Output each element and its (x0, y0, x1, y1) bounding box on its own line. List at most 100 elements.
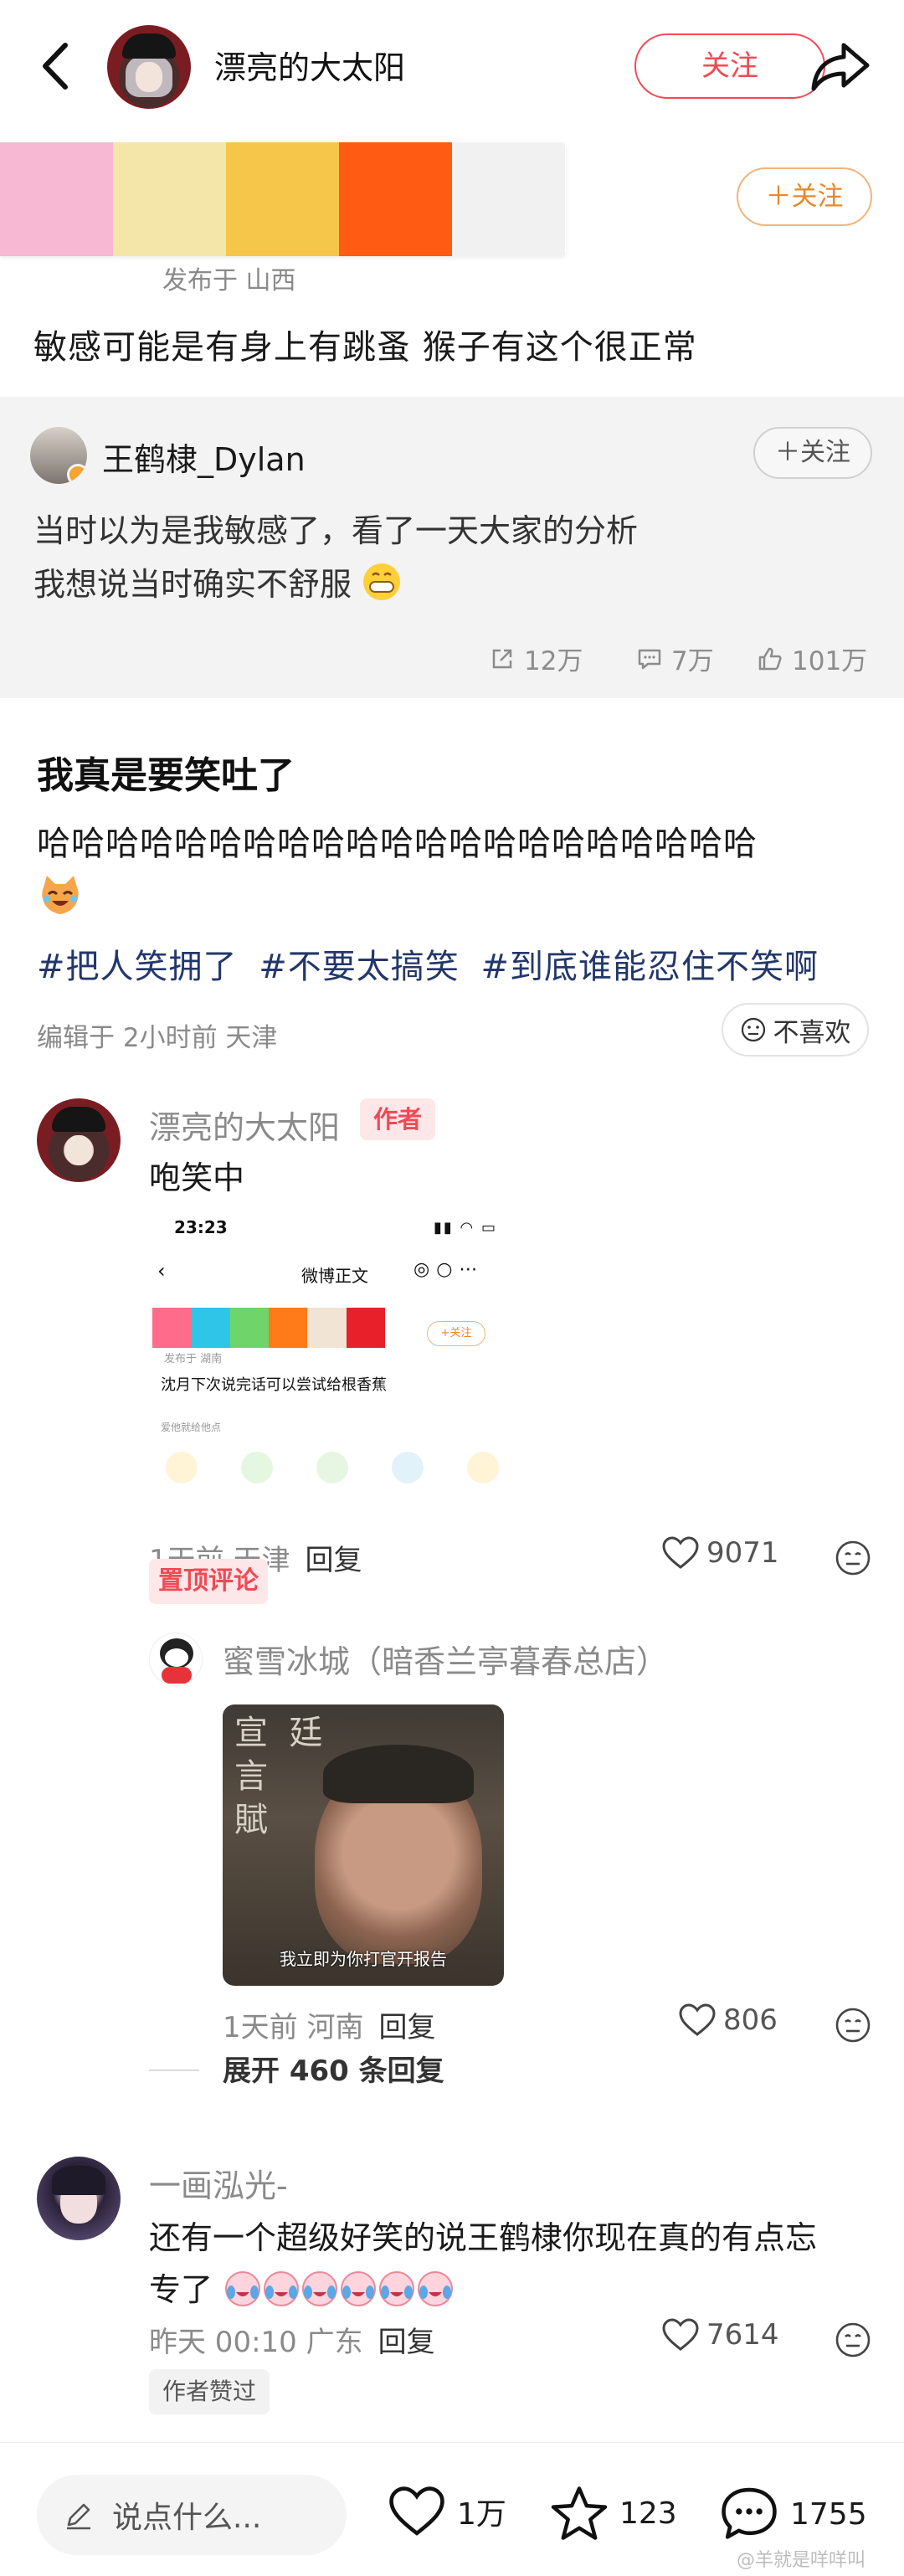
laughing-cat-emoji-icon (42, 876, 79, 914)
screenshot-status-icons: ▮▮ ◠ ▭ (434, 1219, 497, 1237)
comment-avatar[interactable] (37, 1098, 121, 1182)
comment-icon (638, 649, 661, 669)
swatch (0, 142, 113, 256)
hashtag-link[interactable]: #把人笑拥了 (37, 948, 238, 986)
favorite-total: 123 (619, 2496, 677, 2531)
comment-input-placeholder: 说点什么... (112, 2501, 262, 2535)
reply-like-count: 806 (723, 2003, 778, 2037)
hashtag-link[interactable]: #到底谁能忍住不笑啊 (480, 948, 819, 986)
follow-button[interactable]: 关注 (634, 33, 825, 99)
meme-caption: 我立即为你打官开报告 (280, 1949, 447, 1969)
back-arrow-icon[interactable] (33, 37, 80, 95)
comment-like[interactable]: 9071 (661, 1535, 779, 1571)
thumbs-up-icon (758, 647, 782, 670)
author-badge: 作者 (360, 1098, 435, 1140)
comment-meta: 昨天 00:10 广东 回复 (149, 2319, 435, 2360)
meme-calligraphy: 宣 廷 言 賦 (234, 1714, 323, 1839)
original-post-text: 敏感可能是有身上有跳蚤 猴子有这个很正常 (33, 328, 697, 367)
quoted-follow-button[interactable]: ＋关注 (753, 427, 872, 479)
hashtag-link[interactable]: #不要太搞笑 (259, 948, 460, 986)
screenshot-published: 发布于 湖南 (164, 1353, 223, 1365)
screenshot-text: 沈月下次说完话可以尝试给根香蕉 (161, 1376, 387, 1394)
reply-button[interactable]: 回复 (378, 2011, 435, 2044)
screenshot-back-icon: ‹ (157, 1259, 166, 1283)
post-body-text: 哈哈哈哈哈哈哈哈哈哈哈哈哈哈哈哈哈哈哈哈哈 (37, 825, 758, 863)
comment-text-line: 专了 (149, 2264, 860, 2316)
expand-replies-link[interactable]: 展开 460 条回复 (223, 2048, 444, 2089)
heart-icon (389, 2486, 444, 2536)
speech-bubble-icon (722, 2487, 777, 2539)
swatch (113, 142, 226, 256)
reply-avatar[interactable] (149, 1632, 203, 1686)
screenshot-swatches (152, 1308, 385, 1348)
comment-text-line: 还有一个超级好笑的说王鹤棣你现在真的有点忘 (149, 2219, 818, 2256)
quoted-weibo[interactable]: 王鹤棣_Dylan ＋关注 当时以为是我敏感了，看了一天大家的分析 我想说当时确… (0, 397, 904, 698)
comment-avatar[interactable] (37, 2157, 121, 2240)
heart-icon (662, 1536, 699, 1569)
crying-laugh-emoji-icon (225, 2271, 454, 2306)
reply-like[interactable]: 806 (678, 2003, 778, 2038)
neutral-face-icon (741, 1017, 765, 1042)
reply-button[interactable]: 回复 (305, 1544, 362, 1577)
top-bar: 漂亮的大太阳 关注 (0, 0, 904, 132)
author-name[interactable]: 漂亮的大太阳 (214, 42, 405, 88)
comments-button[interactable]: 1755 (718, 2485, 867, 2543)
reply-username[interactable]: 蜜雪冰城（暗香兰亭暮春总店） (223, 1636, 668, 1682)
comment-text: 咆笑中 (149, 1159, 245, 1196)
favorite-button[interactable]: 123 (549, 2485, 677, 2542)
quoted-stats: 12万 7万 101万 (0, 640, 904, 681)
pinned-comment-tag: 置顶评论 (149, 1559, 268, 1604)
author-liked-chip: 作者赞过 (149, 2369, 270, 2414)
reply-time-location: 1天前 河南 (223, 2011, 364, 2044)
heart-icon (679, 2003, 716, 2036)
quoted-user-avatar[interactable] (30, 427, 87, 484)
post-title: 我真是要笑吐了 (37, 754, 295, 797)
screenshot-title: 微博正文 (301, 1266, 368, 1286)
screenshot-share-icons (166, 1452, 517, 1485)
dislike-button[interactable]: 不喜欢 (722, 1003, 869, 1057)
comment-username[interactable]: 漂亮的大太阳 (149, 1102, 340, 1148)
screenshot-follow: +关注 (427, 1321, 485, 1346)
star-icon (551, 2486, 608, 2540)
swatch (339, 142, 452, 256)
screenshot-nav-icons: ◎○⋯ (413, 1259, 485, 1280)
reply-meta: 1天前 河南 回复 (223, 2004, 435, 2045)
like-count[interactable]: 101万 (757, 640, 867, 677)
expand-divider (149, 2070, 199, 2071)
edited-info: 编辑于 2小时前 天津 (37, 1023, 278, 1053)
verified-badge-icon (67, 464, 87, 484)
comment-total: 1755 (790, 2496, 867, 2532)
comment-time-location: 昨天 00:10 广东 (149, 2326, 363, 2359)
meme-image[interactable]: 宣 廷 言 賦 我立即为你打官开报告 (223, 1704, 504, 1986)
hashtag-list: #把人笑拥了 #不要太搞笑 #到底谁能忍住不笑啊 (37, 939, 829, 988)
repost-count[interactable]: 12万 (489, 640, 583, 677)
comment-like[interactable]: 7614 (661, 2317, 779, 2352)
post-body: 哈哈哈哈哈哈哈哈哈哈哈哈哈哈哈哈哈哈哈哈哈 (37, 815, 874, 937)
share-icon[interactable] (807, 37, 874, 97)
comment-like-count: 7614 (706, 2318, 779, 2352)
quoted-text: 当时以为是我敏感了，看了一天大家的分析 我想说当时确实不舒服 (33, 504, 871, 611)
dislike-label: 不喜欢 (773, 1017, 851, 1048)
author-avatar[interactable] (107, 25, 191, 109)
comment-count[interactable]: 7万 (636, 640, 714, 677)
follow-small-button[interactable]: ＋关注 (737, 167, 872, 226)
react-face-icon[interactable] (834, 2006, 872, 2044)
like-button[interactable]: 1万 (387, 2485, 506, 2538)
published-location: 发布于 山西 (162, 266, 296, 296)
comment-input[interactable]: 说点什么... (37, 2475, 347, 2555)
swatch (452, 142, 565, 256)
comment-screenshot-image[interactable]: 23:23 ▮▮ ◠ ▭ ‹ 微博正文 ◎○⋯ +关注 发布于 湖南 沈月下次说… (149, 1209, 526, 1510)
swatch (226, 142, 339, 256)
react-face-icon[interactable] (834, 2321, 872, 2359)
grin-emoji-icon (363, 563, 401, 600)
quoted-user-name[interactable]: 王鹤棣_Dylan (102, 434, 306, 480)
comment-username[interactable]: 一画泓光- (149, 2160, 288, 2206)
pencil-icon (67, 2503, 90, 2530)
like-total: 1万 (457, 2497, 506, 2532)
react-face-icon[interactable] (834, 1539, 872, 1577)
color-swatch-image[interactable] (0, 142, 566, 256)
reply-button[interactable]: 回复 (378, 2326, 435, 2359)
screenshot-small-text: 爱他就给他点 (161, 1422, 222, 1433)
quoted-text-line: 我想说当时确实不舒服 (33, 558, 871, 611)
repost-icon (492, 649, 512, 668)
